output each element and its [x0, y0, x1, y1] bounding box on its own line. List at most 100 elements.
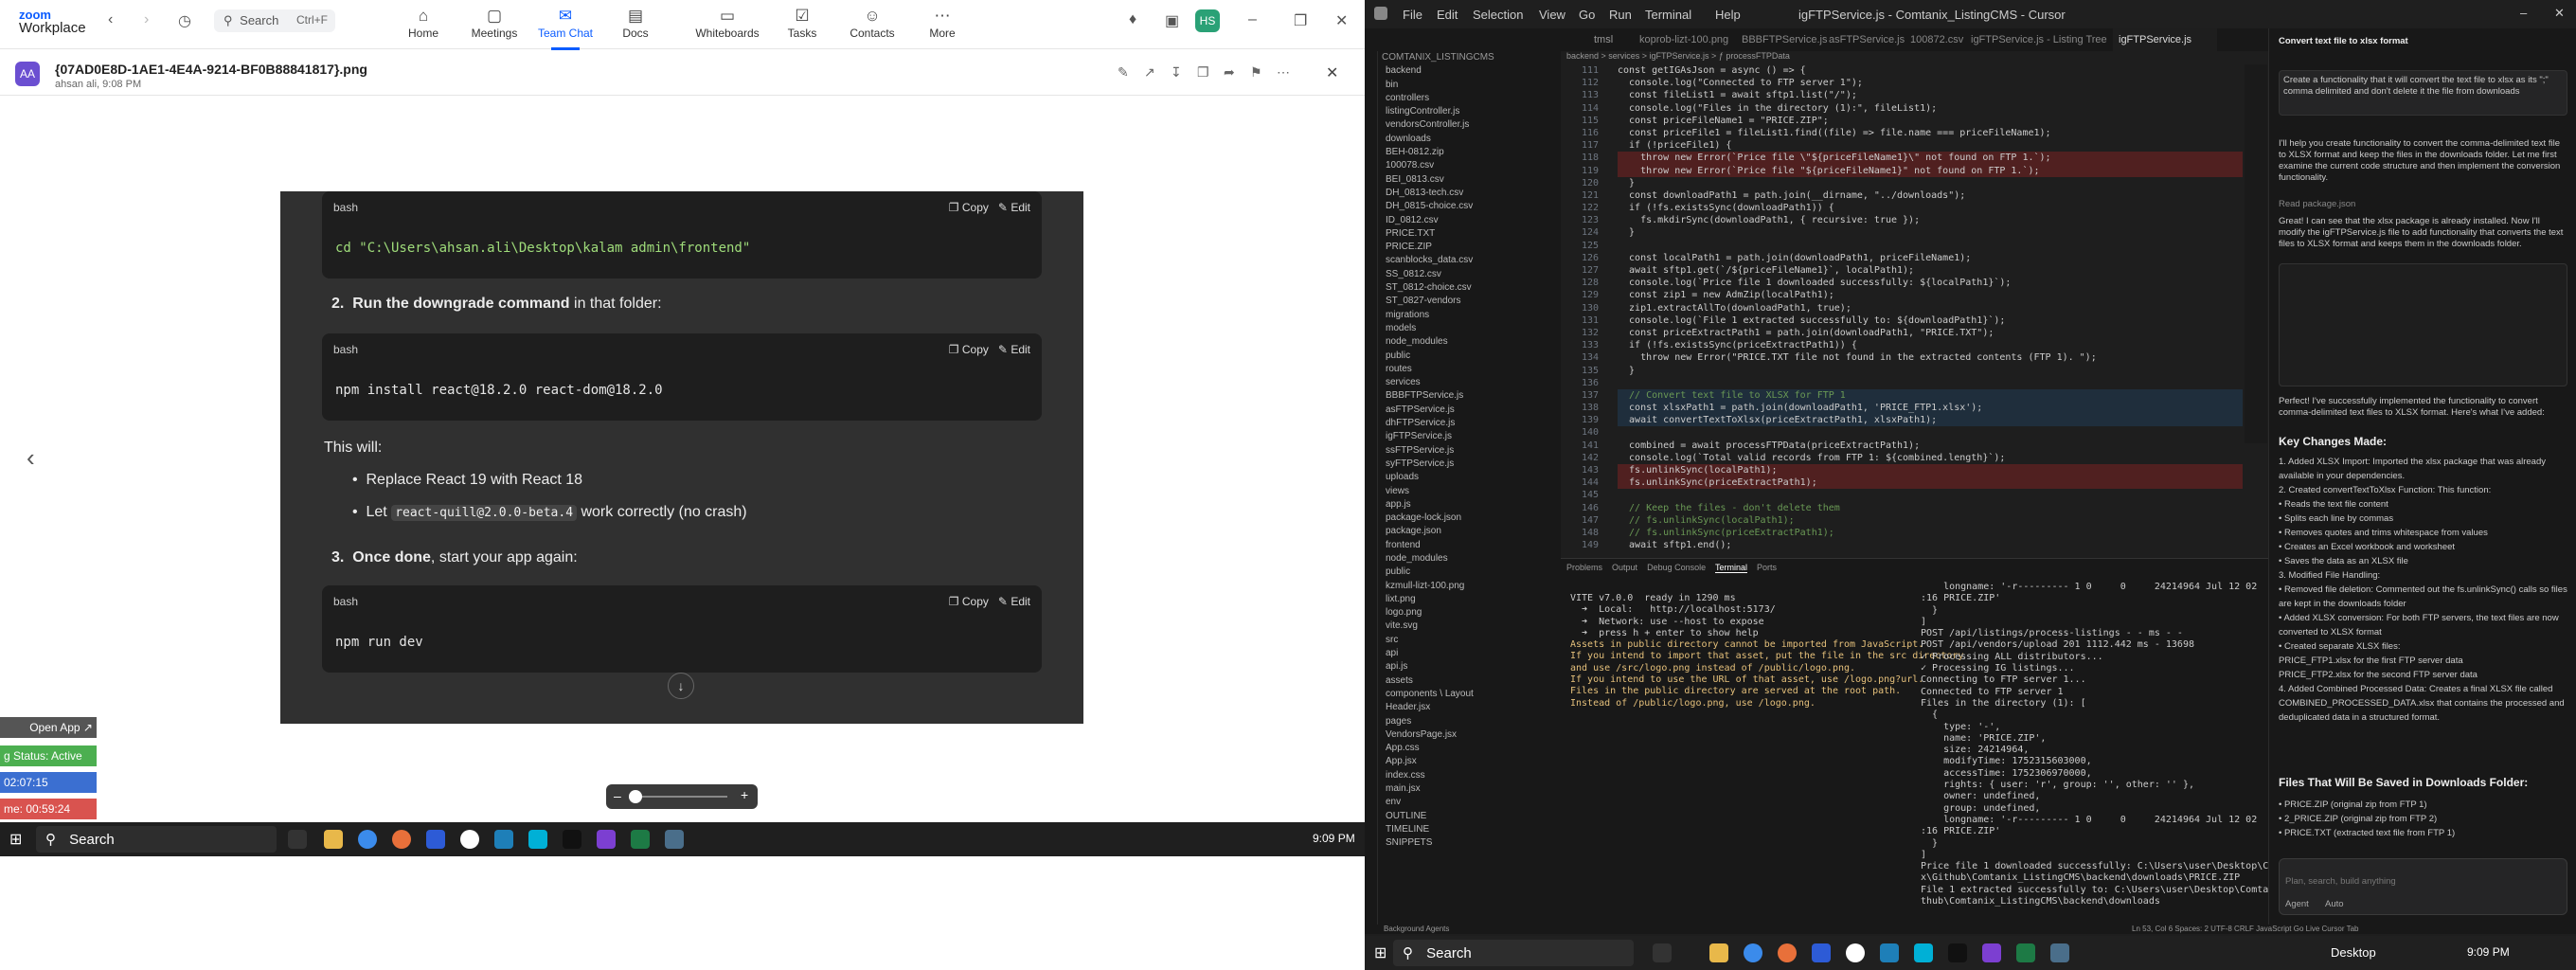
tree-item[interactable]: SNIPPETS: [1378, 836, 1561, 850]
tree-item[interactable]: uploads: [1378, 471, 1561, 484]
nav-meetings[interactable]: ▢ Meetings: [461, 6, 528, 45]
tree-item[interactable]: controllers: [1378, 92, 1561, 105]
app-icon[interactable]: [528, 830, 547, 849]
zoom-app-icon[interactable]: [1812, 943, 1831, 962]
code-diff-card[interactable]: [2279, 263, 2567, 386]
slider-handle[interactable]: [629, 790, 642, 803]
terminal-frontend[interactable]: VITE v7.0.0 ready in 1290 ms ➜ Local: ht…: [1570, 593, 1963, 710]
bell-icon[interactable]: ♦: [1129, 11, 1136, 28]
zoom-slider[interactable]: – +: [606, 784, 758, 809]
tree-item[interactable]: DH_0813-tech.csv: [1378, 187, 1561, 200]
copy-button[interactable]: Copy: [962, 343, 989, 356]
tree-item[interactable]: PRICE.ZIP: [1378, 241, 1561, 254]
prev-image-icon[interactable]: ‹: [27, 443, 35, 473]
agent-selector[interactable]: Agent: [2285, 899, 2309, 909]
tree-item[interactable]: PRICE.TXT: [1378, 227, 1561, 241]
nav-whiteboards[interactable]: ▭ Whiteboards: [684, 6, 771, 45]
taskbar-search[interactable]: ⚲ Search: [1393, 940, 1634, 966]
tree-item[interactable]: package.json: [1378, 525, 1561, 538]
forward-arrow-icon[interactable]: ›: [144, 11, 149, 28]
menu-go[interactable]: Go: [1579, 8, 1595, 22]
zoom-out-icon[interactable]: –: [614, 788, 621, 803]
tree-item[interactable]: assets: [1378, 674, 1561, 688]
menu-terminal[interactable]: Terminal: [1645, 8, 1691, 22]
tab[interactable]: 100872.csv: [1910, 34, 1963, 45]
nav-contacts[interactable]: ☺ Contacts: [839, 6, 905, 45]
tree-item[interactable]: views: [1378, 485, 1561, 498]
file-explorer-icon[interactable]: [324, 830, 343, 849]
tree-item[interactable]: ST_0827-vendors: [1378, 295, 1561, 308]
zoom-app-icon[interactable]: [426, 830, 445, 849]
close-viewer-icon[interactable]: ✕: [1326, 63, 1338, 82]
tree-item[interactable]: App.css: [1378, 742, 1561, 755]
edit-button[interactable]: Edit: [1011, 595, 1030, 608]
copy-button[interactable]: Copy: [962, 201, 989, 214]
search-input[interactable]: ⚲ Search Ctrl+F: [214, 9, 335, 32]
tree-item[interactable]: asFTPService.js: [1378, 404, 1561, 417]
tree-item[interactable]: ID_0812.csv: [1378, 214, 1561, 227]
edit-button[interactable]: Edit: [1011, 201, 1030, 214]
tree-item[interactable]: public: [1378, 350, 1561, 363]
cursor-app-icon[interactable]: [1948, 943, 1967, 962]
copy-icon[interactable]: ❐: [1197, 64, 1209, 81]
app-icon[interactable]: [2050, 943, 2069, 962]
onenote-icon[interactable]: [1982, 943, 2001, 962]
minimap[interactable]: [2245, 64, 2267, 443]
chrome-icon[interactable]: [358, 830, 377, 849]
panel-tab-ports[interactable]: Ports: [1757, 563, 1777, 572]
tree-item[interactable]: lixt.png: [1378, 593, 1561, 606]
tree-item[interactable]: App.jsx: [1378, 755, 1561, 768]
tree-item[interactable]: env: [1378, 796, 1561, 809]
menu-view[interactable]: View: [1539, 8, 1565, 22]
panel-tab-problems[interactable]: Problems: [1566, 563, 1602, 572]
share-icon[interactable]: ↗: [1144, 64, 1155, 81]
tree-item[interactable]: index.css: [1378, 769, 1561, 782]
zoom-in-icon[interactable]: +: [741, 787, 748, 802]
window-icon[interactable]: ▣: [1165, 11, 1179, 30]
forward-icon[interactable]: ➦: [1224, 64, 1235, 81]
tree-item[interactable]: routes: [1378, 363, 1561, 376]
close-icon[interactable]: ✕: [2554, 6, 2565, 21]
excel-icon[interactable]: [631, 830, 650, 849]
windows-start-icon[interactable]: ⊞: [9, 830, 22, 849]
tree-item[interactable]: TIMELINE: [1378, 823, 1561, 836]
chat-input[interactable]: Plan, search, build anything Agent Auto: [2279, 858, 2567, 915]
tab-active[interactable]: igFTPService.js: [2113, 28, 2217, 51]
tree-item[interactable]: VendorsPage.jsx: [1378, 728, 1561, 742]
tab[interactable]: asFTPService.js: [1829, 34, 1905, 45]
windows-start-icon[interactable]: ⊞: [1374, 943, 1386, 962]
avatar[interactable]: HS: [1195, 9, 1220, 32]
menu-run[interactable]: Run: [1609, 8, 1632, 22]
tree-item[interactable]: logo.png: [1378, 606, 1561, 620]
task-view-icon[interactable]: [1653, 943, 1672, 962]
task-view-icon[interactable]: [288, 830, 307, 849]
tree-item[interactable]: syFTPService.js: [1378, 458, 1561, 471]
nav-tasks[interactable]: ☑ Tasks: [769, 6, 835, 45]
tree-item[interactable]: backend: [1378, 64, 1561, 78]
panel-tab-terminal[interactable]: Terminal: [1714, 563, 1747, 573]
nav-docs[interactable]: ▤ Docs: [602, 6, 669, 45]
tree-item[interactable]: api: [1378, 647, 1561, 660]
edit-button[interactable]: Edit: [1011, 343, 1030, 356]
tab[interactable]: igFTPService.js - Listing Tree: [1971, 34, 2107, 45]
excel-icon[interactable]: [2016, 943, 2035, 962]
panel-tab-output[interactable]: Output: [1612, 563, 1637, 572]
tree-item[interactable]: OUTLINE: [1378, 810, 1561, 823]
maximize-icon[interactable]: ❐: [1294, 11, 1307, 30]
tree-item[interactable]: models: [1378, 322, 1561, 335]
minimize-icon[interactable]: –: [1248, 11, 1257, 28]
chrome-icon[interactable]: [1744, 943, 1762, 962]
scroll-down-icon[interactable]: ↓: [668, 673, 694, 699]
app-icon[interactable]: [1914, 943, 1933, 962]
vscode-icon[interactable]: [1880, 943, 1899, 962]
tree-item[interactable]: BBBFTPService.js: [1378, 389, 1561, 403]
close-icon[interactable]: ✕: [1335, 11, 1348, 30]
menu-help[interactable]: Help: [1715, 8, 1741, 22]
tree-item[interactable]: api.js: [1378, 660, 1561, 674]
tree-item[interactable]: 100078.csv: [1378, 159, 1561, 172]
tab[interactable]: BBBFTPService.js: [1742, 34, 1827, 45]
nav-home[interactable]: ⌂ Home: [390, 6, 456, 45]
cursor-app-icon[interactable]: [563, 830, 581, 849]
menu-selection[interactable]: Selection: [1473, 8, 1523, 22]
tree-item[interactable]: ssFTPService.js: [1378, 444, 1561, 458]
